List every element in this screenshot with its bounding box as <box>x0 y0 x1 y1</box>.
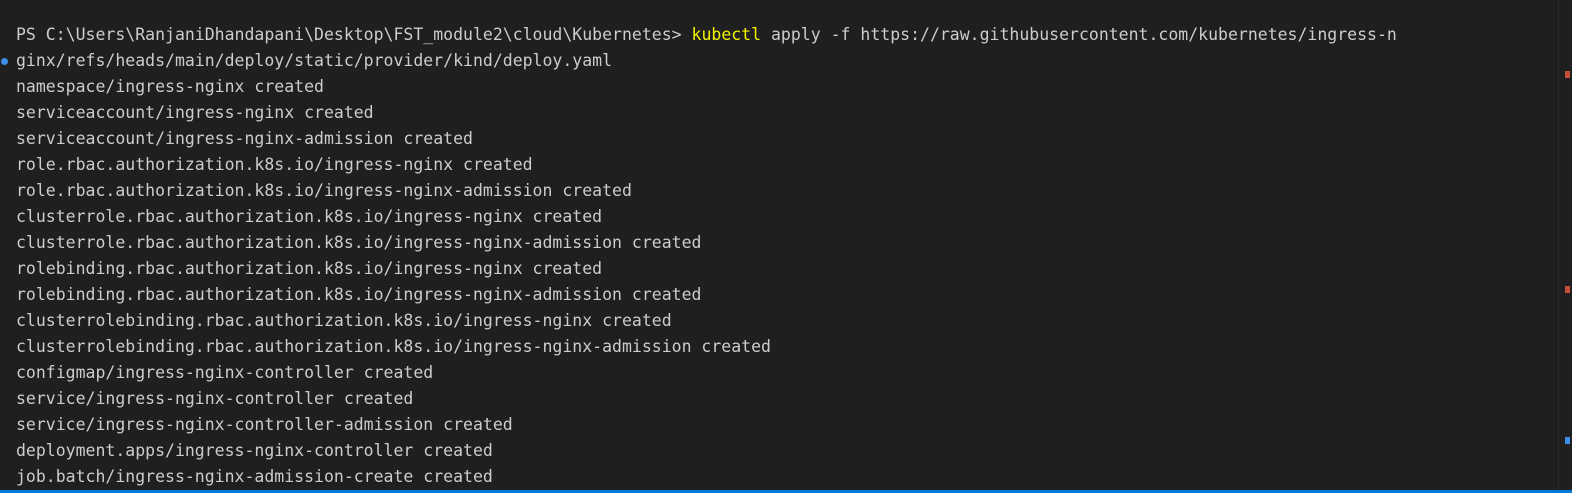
output-line: service/ingress-nginx-controller-admissi… <box>16 415 513 434</box>
prompt-path: PS C:\Users\RanjaniDhandapani\Desktop\FS… <box>16 25 692 44</box>
output-line: serviceaccount/ingress-nginx created <box>16 103 374 122</box>
output-line: clusterrolebinding.rbac.authorization.k8… <box>16 311 672 330</box>
output-line: clusterrole.rbac.authorization.k8s.io/in… <box>16 207 603 226</box>
command-decoration-icon[interactable] <box>1 58 8 65</box>
output-line: job.batch/ingress-nginx-admission-create… <box>16 467 493 486</box>
terminal-panel[interactable]: PS C:\Users\RanjaniDhandapani\Desktop\FS… <box>0 0 1572 493</box>
output-line: deployment.apps/ingress-nginx-controller… <box>16 441 493 460</box>
output-line: clusterrole.rbac.authorization.k8s.io/in… <box>16 233 702 252</box>
output-line: serviceaccount/ingress-nginx-admission c… <box>16 129 473 148</box>
output-line: namespace/ingress-nginx created <box>16 77 324 96</box>
output-line: role.rbac.authorization.k8s.io/ingress-n… <box>16 181 632 200</box>
output-line: rolebinding.rbac.authorization.k8s.io/in… <box>16 259 603 278</box>
command-name: kubectl <box>691 25 762 44</box>
output-line: role.rbac.authorization.k8s.io/ingress-n… <box>16 155 533 174</box>
command-line-wrap: ginx/refs/heads/main/deploy/static/provi… <box>16 48 1572 74</box>
output-line: rolebinding.rbac.authorization.k8s.io/in… <box>16 285 702 304</box>
output-line: clusterrolebinding.rbac.authorization.k8… <box>16 337 771 356</box>
overview-ruler-error-marker <box>1565 286 1570 293</box>
command-args: apply -f https://raw.githubusercontent.c… <box>761 25 1397 44</box>
output-line: service/ingress-nginx-controller created <box>16 389 414 408</box>
overview-ruler-info-marker <box>1565 437 1570 444</box>
command-args-continued: ginx/refs/heads/main/deploy/static/provi… <box>16 51 613 70</box>
overview-ruler-error-marker <box>1565 71 1570 78</box>
command-line: PS C:\Users\RanjaniDhandapani\Desktop\FS… <box>16 22 1572 48</box>
vertical-scrollbar[interactable] <box>1558 0 1572 493</box>
output-line: configmap/ingress-nginx-controller creat… <box>16 363 434 382</box>
